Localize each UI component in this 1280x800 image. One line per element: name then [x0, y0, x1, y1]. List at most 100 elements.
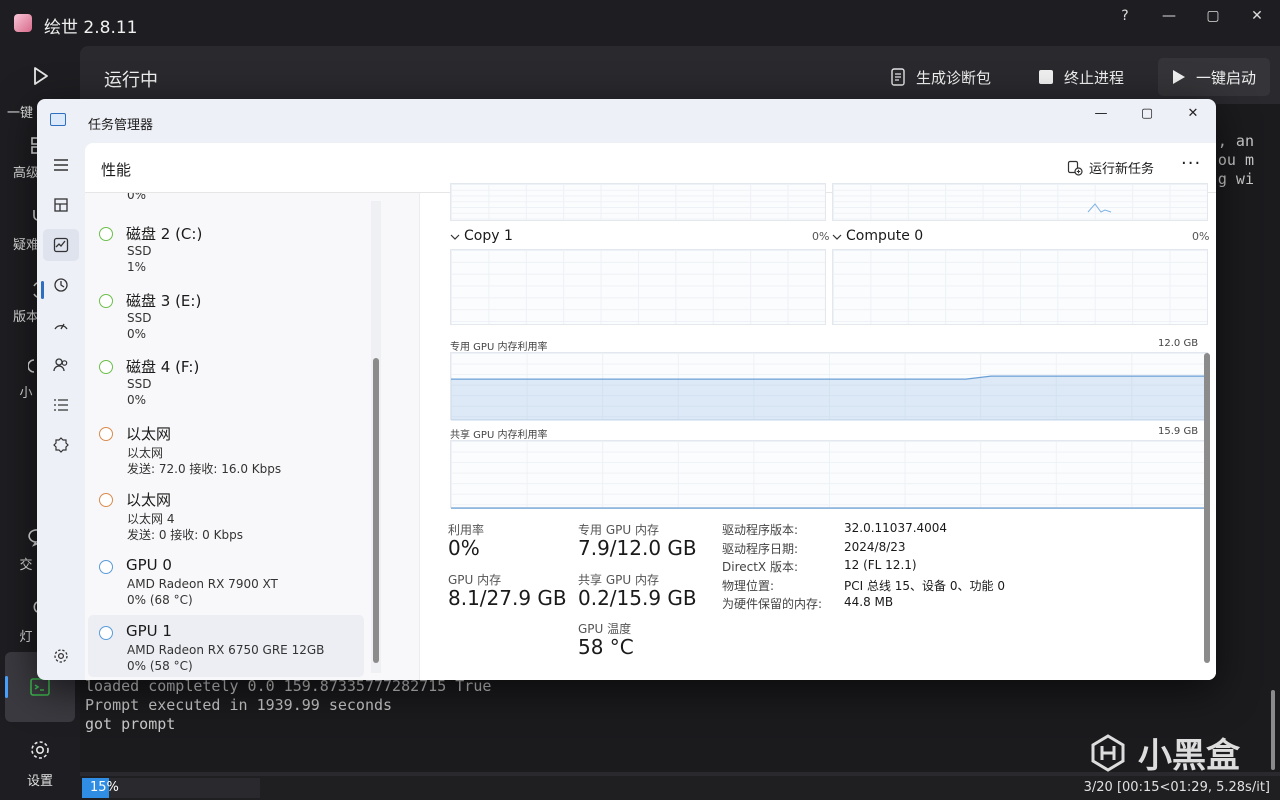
status-ring-icon	[99, 360, 113, 374]
dedicated-memory-chart	[450, 352, 1209, 421]
task-manager-icon	[50, 113, 66, 126]
device-item[interactable]: 磁盘 3 (E:) SSD 0%	[88, 286, 364, 350]
run-new-task-label: 运行新任务	[1089, 162, 1155, 177]
dedicated-memory-label: 专用 GPU 内存利用率	[450, 342, 548, 353]
console-line: Prompt executed in 1939.99 seconds	[85, 696, 393, 714]
watermark: 小黑盒	[1088, 728, 1240, 777]
device-detail-2: 0%	[127, 193, 147, 202]
iteration-status: 3/20 [00:15<01:29, 5.28s/it]	[1083, 780, 1270, 795]
nav-users[interactable]	[43, 349, 79, 381]
device-detail-1: 以太网	[127, 446, 164, 460]
diagnostics-button[interactable]: 生成诊断包	[876, 58, 1005, 96]
task-manager-window: 任务管理器 — ▢ ✕ 性能 运行新任务 ··· 0% 磁盘 2 (C:) SS…	[37, 99, 1216, 680]
device-item[interactable]: 磁盘 2 (C:) SSD 1%	[88, 219, 364, 283]
dedicated-memory-max: 12.0 GB	[1158, 338, 1199, 349]
stop-process-button[interactable]: 终止进程	[1024, 58, 1138, 96]
tm-title: 任务管理器	[88, 118, 154, 133]
engine-label: Copy 1	[464, 228, 513, 244]
device-name: 磁盘 3 (E:)	[126, 292, 202, 310]
device-item[interactable]: 以太网 以太网 4 发送: 0 接收: 0 Kbps	[88, 485, 364, 549]
device-detail-2: 0%	[127, 393, 147, 407]
tm-minimize-button[interactable]: —	[1078, 99, 1124, 127]
startup-icon	[54, 323, 68, 330]
console-right-fragment: , an	[1217, 132, 1254, 150]
engine-percent: 0%	[1192, 230, 1210, 243]
device-item-selected[interactable]: GPU 1 AMD Radeon RX 6750 GRE 12GB 0% (58…	[88, 615, 364, 677]
help-button[interactable]: ?	[1103, 4, 1147, 28]
more-options-button[interactable]: ···	[1181, 153, 1201, 174]
details-icon	[54, 399, 68, 411]
app-title-bar: 绘世 2.8.11 ? — ▢ ✕	[0, 0, 1280, 46]
rail-active-indicator	[5, 676, 8, 698]
info-value: 12 (FL 12.1)	[844, 558, 917, 572]
nav-details[interactable]	[43, 389, 79, 421]
device-item[interactable]: 磁盘 4 (F:) SSD 0%	[88, 352, 364, 416]
nav-processes[interactable]	[43, 189, 79, 221]
console-scroll-thumb[interactable]	[1271, 690, 1275, 770]
device-list: 0% 磁盘 2 (C:) SSD 1% 磁盘 3 (E:) SSD 0% 磁盘 …	[85, 193, 419, 680]
device-item[interactable]: 0%	[88, 193, 364, 211]
maximize-button[interactable]: ▢	[1191, 4, 1235, 28]
device-detail-1: SSD	[127, 311, 152, 325]
engine-chart-top-left	[450, 183, 826, 221]
device-item[interactable]: 以太网 以太网 发送: 72.0 接收: 16.0 Kbps	[88, 419, 364, 483]
hamburger-menu-button[interactable]	[43, 149, 79, 181]
info-key: 物理位置:	[722, 579, 775, 593]
stat-value: 58 °C	[578, 635, 634, 659]
run-new-task-button[interactable]: 运行新任务	[1067, 158, 1154, 177]
launch-label: 一键启动	[1196, 68, 1257, 87]
device-name: 以太网	[126, 491, 172, 509]
device-detail-2: 1%	[127, 260, 147, 274]
launch-button[interactable]: 一键启动	[1158, 58, 1271, 96]
status-ring-icon	[99, 626, 113, 640]
info-key: 为硬件保留的内存:	[722, 597, 823, 611]
device-detail-2: 发送: 72.0 接收: 16.0 Kbps	[127, 462, 282, 476]
device-detail-1: 以太网 4	[127, 512, 175, 526]
stop-process-label: 终止进程	[1064, 68, 1125, 87]
device-name: 以太网	[126, 425, 172, 443]
processes-icon	[54, 198, 68, 212]
shared-memory-label: 共享 GPU 内存利用率	[450, 430, 548, 441]
progress-label: 15%	[90, 780, 119, 795]
services-icon	[53, 437, 69, 453]
info-key: 驱动程序日期:	[722, 542, 799, 556]
device-detail-2: 0% (58 °C)	[127, 659, 193, 673]
console-right-fragment: g wi	[1217, 170, 1254, 188]
device-detail-2: 0%	[127, 327, 147, 341]
nav-active-indicator	[41, 281, 44, 299]
app-history-icon	[54, 278, 68, 292]
device-detail-1: AMD Radeon RX 6750 GRE 12GB	[127, 643, 325, 657]
nav-performance[interactable]	[43, 229, 79, 261]
hamburger-icon	[54, 159, 68, 171]
device-detail-1: SSD	[127, 244, 152, 258]
chevron-down-icon[interactable]	[832, 233, 842, 241]
console-scrollbar[interactable]	[1268, 104, 1280, 772]
device-item[interactable]: GPU 0 AMD Radeon RX 7900 XT 0% (68 °C)	[88, 552, 364, 616]
device-name: 磁盘 2 (C:)	[126, 225, 203, 243]
status-ring-icon	[99, 493, 113, 507]
app-title: 绘世 2.8.11	[44, 18, 138, 38]
info-value: 44.8 MB	[844, 595, 894, 609]
performance-scroll-thumb[interactable]	[1204, 353, 1210, 663]
nav-settings[interactable]	[43, 640, 79, 672]
tm-close-button[interactable]: ✕	[1170, 99, 1216, 127]
tm-title-bar: 任务管理器 — ▢ ✕	[37, 99, 1216, 143]
device-detail-1: AMD Radeon RX 7900 XT	[127, 577, 278, 591]
device-list-scroll-thumb[interactable]	[373, 358, 379, 663]
shared-memory-chart	[450, 440, 1209, 509]
nav-app-history[interactable]	[43, 269, 79, 301]
nav-services[interactable]	[43, 429, 79, 461]
nav-startup[interactable]	[43, 309, 79, 341]
tm-nav	[37, 143, 85, 680]
chevron-down-icon[interactable]	[450, 233, 460, 241]
device-detail-1: SSD	[127, 377, 152, 391]
page-title: 运行中	[104, 70, 158, 91]
close-button[interactable]: ✕	[1235, 4, 1279, 28]
info-value: PCI 总线 15、设备 0、功能 0	[844, 579, 1005, 593]
minimize-button[interactable]: —	[1147, 4, 1191, 28]
tm-maximize-button[interactable]: ▢	[1124, 99, 1170, 127]
rail-item-settings[interactable]: 设置	[0, 738, 80, 789]
stop-icon	[1039, 70, 1053, 84]
info-value: 32.0.11037.4004	[844, 521, 948, 535]
tm-content: 性能 运行新任务 ··· 0% 磁盘 2 (C:) SSD 1% 磁盘 3 (E…	[85, 143, 1216, 680]
